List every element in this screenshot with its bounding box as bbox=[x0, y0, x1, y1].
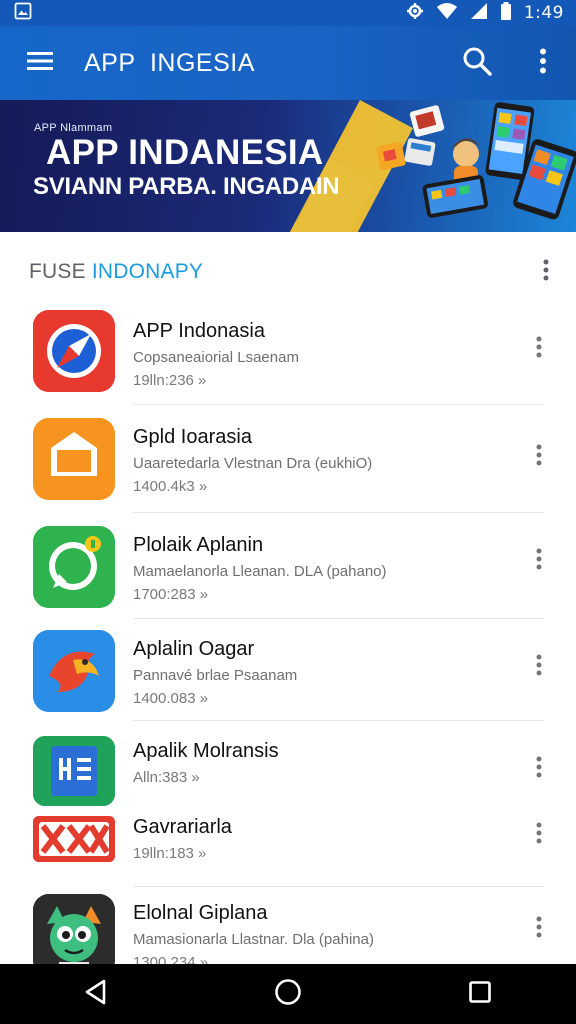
app-meta: 1400.4k3 » bbox=[133, 478, 208, 495]
app-more-button[interactable] bbox=[516, 906, 562, 952]
section-title: FUSE INDONAPY bbox=[29, 260, 516, 284]
home-button[interactable] bbox=[243, 964, 333, 1024]
app-description: Mamaelanorla Lleanan. DLA (pahano) bbox=[133, 563, 387, 580]
more-vertical-icon bbox=[536, 336, 542, 363]
status-bar: 1:49 bbox=[0, 0, 576, 26]
section-header: FUSE INDONAPY bbox=[0, 244, 576, 300]
more-vertical-icon bbox=[543, 259, 549, 286]
app-name: Aplalin Oagar bbox=[133, 638, 255, 660]
app-name: Elolnal Giplana bbox=[133, 902, 268, 924]
app-description: Mamasionarla Llastnar. Dla (pahina) bbox=[133, 931, 374, 948]
app-name: Gpld Ioarasia bbox=[133, 426, 252, 448]
banner-title: APP INDANESIA bbox=[46, 133, 324, 172]
app-meta: 1700:283 » bbox=[133, 586, 209, 603]
document-app-icon bbox=[33, 736, 115, 806]
app-bar: APP INGESIA bbox=[0, 26, 576, 100]
app-list-item[interactable]: Plolaik Aplanin Mamaelanorla Lleanan. DL… bbox=[0, 512, 576, 619]
app-name: Apalik Molransis bbox=[133, 740, 279, 762]
game-app-icon bbox=[33, 816, 115, 862]
recents-button[interactable] bbox=[435, 964, 525, 1024]
app-description: Copsaneaiorial Lsaenam bbox=[133, 349, 299, 366]
app-more-button[interactable] bbox=[516, 812, 562, 858]
app-list-item[interactable]: Elolnal Giplana Mamasionarla Llastnar. D… bbox=[0, 886, 576, 976]
search-button[interactable] bbox=[444, 26, 510, 100]
banner-devices-illustration bbox=[376, 102, 576, 220]
home-app-icon bbox=[33, 418, 115, 500]
hamburger-menu-icon bbox=[27, 51, 53, 76]
battery-icon bbox=[500, 1, 512, 25]
app-meta: Alln:383 » bbox=[133, 769, 200, 786]
app-description: Uaaretedarla Vlestnan Dra (eukhiO) bbox=[133, 455, 373, 472]
app-more-button[interactable] bbox=[516, 326, 562, 372]
gallery-notification-icon bbox=[14, 2, 32, 25]
more-vertical-icon bbox=[536, 548, 542, 575]
overflow-menu-button[interactable] bbox=[510, 26, 576, 100]
section-more-button[interactable] bbox=[516, 250, 576, 294]
compass-app-icon bbox=[33, 310, 115, 392]
recents-square-icon bbox=[468, 980, 492, 1009]
banner-subtitle: SVIANN PARBA. INGADAIN bbox=[33, 173, 340, 200]
system-navigation-bar bbox=[0, 964, 576, 1024]
promo-banner[interactable]: APP Nlammam APP INDANESIA SVIANN PARBA. … bbox=[0, 100, 576, 232]
wifi-icon bbox=[436, 2, 458, 25]
bird-app-icon bbox=[33, 630, 115, 712]
app-list-item[interactable]: APP Indonasia Copsaneaiorial Lsaenam 19l… bbox=[0, 300, 576, 405]
home-circle-icon bbox=[274, 978, 302, 1011]
more-vertical-icon bbox=[536, 654, 542, 681]
app-list-item[interactable]: Apalik Molransis Alln:383 » bbox=[0, 720, 576, 808]
app-name: APP Indonasia bbox=[133, 320, 265, 342]
app-name: Plolaik Aplanin bbox=[133, 534, 264, 556]
app-more-button[interactable] bbox=[516, 538, 562, 584]
app-list-item[interactable]: Aplalin Oagar Pannavé brlae Psaanam 1400… bbox=[0, 618, 576, 721]
settings-notification-icon bbox=[406, 2, 424, 25]
app-list-item[interactable]: Gpld Ioarasia Uaaretedarla Vlestnan Dra … bbox=[0, 404, 576, 513]
app-description: Pannavé brlae Psaanam bbox=[133, 667, 298, 684]
more-vertical-icon bbox=[536, 756, 542, 783]
app-name: Gavrariarla bbox=[133, 816, 232, 838]
app-list-item[interactable]: Gavrariarla 19lln:183 » bbox=[0, 808, 576, 887]
chat-app-icon bbox=[33, 526, 115, 608]
app-more-button[interactable] bbox=[516, 434, 562, 480]
menu-button[interactable] bbox=[0, 26, 80, 100]
search-icon bbox=[462, 46, 492, 81]
app-meta: 1400.083 » bbox=[133, 690, 209, 707]
section-title-accent: INDONAPY bbox=[91, 260, 204, 283]
section-title-prefix: FUSE bbox=[29, 260, 92, 283]
app-meta: 19lln:183 » bbox=[133, 845, 207, 862]
status-time: 1:49 bbox=[523, 3, 564, 23]
more-vertical-icon bbox=[536, 822, 542, 849]
app-meta: 19lln:236 » bbox=[133, 372, 207, 389]
more-vertical-icon bbox=[539, 48, 547, 79]
more-vertical-icon bbox=[536, 444, 542, 471]
more-vertical-icon bbox=[536, 916, 542, 943]
back-triangle-icon bbox=[84, 979, 108, 1010]
signal-icon bbox=[470, 2, 488, 25]
app-more-button[interactable] bbox=[516, 644, 562, 690]
app-title: APP INGESIA bbox=[84, 48, 255, 77]
back-button[interactable] bbox=[51, 964, 141, 1024]
app-more-button[interactable] bbox=[516, 746, 562, 792]
